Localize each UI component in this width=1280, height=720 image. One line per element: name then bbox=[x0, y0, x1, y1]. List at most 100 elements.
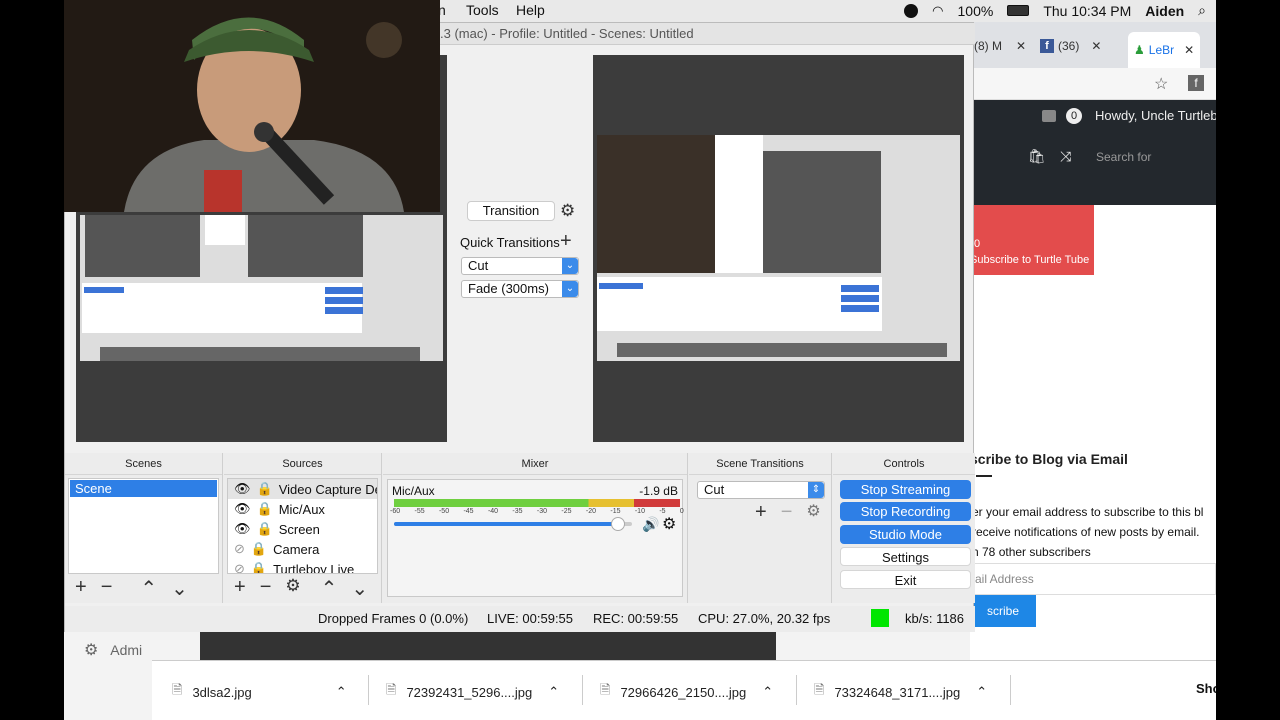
source-row[interactable]: 👁 🔒 Screen bbox=[228, 519, 377, 539]
sources-list[interactable]: 👁 🔒 Video Capture Dev 👁 🔒 Mic/Aux 👁 🔒 Scree… bbox=[227, 478, 378, 574]
speaker-icon[interactable]: 🔊 bbox=[642, 516, 659, 533]
lock-icon[interactable]: 🔒 bbox=[257, 501, 273, 517]
show-all-link[interactable]: Sho bbox=[1196, 681, 1216, 696]
volume-slider[interactable] bbox=[394, 517, 632, 531]
menubar-clock[interactable]: Thu 10:34 PM bbox=[1043, 3, 1131, 19]
source-row[interactable]: 👁 🔒 Mic/Aux bbox=[228, 499, 377, 519]
subscribe-youtube-banner[interactable]: 0 Subscribe to Turtle Tube bbox=[970, 205, 1094, 275]
chevron-up-icon[interactable]: ⌃ bbox=[976, 684, 987, 700]
stop-streaming-button[interactable]: Stop Streaming bbox=[840, 480, 971, 499]
scene-transitions-panel: Scene Transitions Cut ⇕ + − ⚙ bbox=[689, 453, 832, 603]
browser-tab-active[interactable]: ♟ LeBr ✕ bbox=[1128, 32, 1201, 68]
volume-slider-handle[interactable] bbox=[610, 517, 625, 531]
subscribe-button[interactable]: scribe bbox=[970, 595, 1036, 627]
remove-transition-icon[interactable]: − bbox=[781, 501, 793, 524]
studio-mode-button[interactable]: Studio Mode bbox=[840, 525, 971, 544]
subscriber-count: 0 bbox=[974, 238, 981, 250]
lock-icon[interactable]: 🔒 bbox=[251, 541, 267, 557]
comment-icon[interactable] bbox=[1042, 110, 1056, 122]
cart-icon[interactable]: 🛍 bbox=[1028, 148, 1046, 165]
browser-tab-facebook[interactable]: f (36) ✕ bbox=[1040, 32, 1101, 60]
transition-properties-gear-icon[interactable]: ⚙ bbox=[806, 501, 820, 524]
move-up-icon[interactable]: ⌃ bbox=[140, 576, 157, 601]
chevron-up-icon[interactable]: ⌃ bbox=[762, 684, 773, 700]
controls-panel: Controls Stop Streaming Stop Recording S… bbox=[833, 453, 975, 603]
tab-close-icon[interactable]: ✕ bbox=[1016, 39, 1026, 53]
lock-icon[interactable]: 🔒 bbox=[257, 521, 273, 537]
mixer-source-name: Mic/Aux bbox=[392, 484, 435, 498]
chevron-down-icon: ⌄ bbox=[562, 281, 578, 297]
browser-window: (8) M ✕ f (36) ✕ ♟ LeBr ✕ ☆ f 0 Howdy, U… bbox=[970, 22, 1216, 720]
menu-item-help[interactable]: Help bbox=[516, 2, 545, 18]
source-row[interactable]: ⊘ 🔒 Turtleboy Live bbox=[228, 559, 377, 573]
blog-text-1: er your email address to subscribe to th… bbox=[972, 505, 1204, 519]
eye-hidden-icon[interactable]: ⊘ bbox=[234, 561, 245, 573]
transition-button[interactable]: Transition bbox=[467, 201, 555, 221]
battery-icon[interactable] bbox=[1007, 5, 1030, 16]
add-scene-icon[interactable]: + bbox=[75, 576, 87, 601]
wifi-icon[interactable]: ◠ bbox=[932, 3, 943, 19]
move-down-icon[interactable]: ⌄ bbox=[171, 576, 188, 601]
download-item[interactable]: 🗎 3dlsa2.jpg ⌃ bbox=[172, 681, 347, 703]
move-up-icon[interactable]: ⌃ bbox=[321, 576, 338, 601]
spotlight-search-icon[interactable]: ⌕ bbox=[1198, 2, 1206, 19]
download-filename: 73324648_3171....jpg bbox=[834, 684, 961, 700]
wp-admin-menu-item[interactable]: ⚙ Admi bbox=[84, 640, 142, 660]
email-field[interactable]: ail Address bbox=[970, 563, 1216, 595]
app-status-icon[interactable] bbox=[904, 3, 919, 18]
scene-item[interactable]: Scene bbox=[70, 480, 217, 497]
eye-icon[interactable]: 👁 bbox=[234, 521, 251, 537]
transition-gear-icon[interactable]: ⚙ bbox=[560, 201, 575, 221]
menu-item-tools[interactable]: Tools bbox=[466, 2, 499, 18]
browser-address-bar[interactable]: ☆ f bbox=[970, 68, 1216, 100]
browser-tab[interactable]: (8) M ✕ bbox=[974, 32, 1026, 60]
lock-icon[interactable]: 🔒 bbox=[257, 481, 273, 497]
add-source-icon[interactable]: + bbox=[234, 576, 246, 601]
source-label: Video Capture Dev bbox=[278, 481, 378, 497]
blog-subscribe-widget: scribe to Blog via Email er your email a… bbox=[970, 275, 1216, 720]
lock-icon[interactable]: 🔒 bbox=[251, 561, 267, 573]
menubar-user[interactable]: Aiden bbox=[1145, 3, 1184, 19]
blog-text-3: n 78 other subscribers bbox=[972, 545, 1091, 559]
quick-transition-cut[interactable]: Cut ⌄ bbox=[461, 257, 579, 275]
scenes-list[interactable]: Scene bbox=[68, 478, 219, 574]
scene-transition-select[interactable]: Cut ⇕ bbox=[697, 481, 825, 499]
battery-percent: 100% bbox=[957, 2, 994, 19]
comment-count[interactable]: 0 bbox=[1066, 108, 1082, 124]
chevron-up-icon[interactable]: ⌃ bbox=[336, 684, 347, 700]
eye-hidden-icon[interactable]: ⊘ bbox=[234, 541, 245, 557]
remove-source-icon[interactable]: − bbox=[260, 576, 272, 601]
sources-toolbar: + − ⚙ ⌃ ⌄ bbox=[234, 576, 368, 601]
wp-greeting[interactable]: Howdy, Uncle Turtleb bbox=[1095, 108, 1216, 123]
add-quick-transition-icon[interactable]: + bbox=[560, 230, 572, 253]
remove-scene-icon[interactable]: − bbox=[101, 576, 113, 601]
program-canvas[interactable] bbox=[593, 55, 964, 442]
download-item[interactable]: 🗎 73324648_3171....jpg ⌃ bbox=[814, 681, 987, 703]
bookmark-star-icon[interactable]: ☆ bbox=[1154, 74, 1168, 94]
scenes-toolbar: + − ⌃ ⌄ bbox=[75, 576, 188, 601]
source-properties-gear-icon[interactable]: ⚙ bbox=[285, 576, 300, 601]
add-transition-icon[interactable]: + bbox=[755, 501, 767, 524]
settings-button[interactable]: Settings bbox=[840, 547, 971, 566]
eye-icon[interactable]: 👁 bbox=[234, 481, 251, 497]
move-down-icon[interactable]: ⌄ bbox=[351, 576, 368, 601]
download-item[interactable]: 🗎 72392431_5296....jpg ⌃ bbox=[386, 681, 559, 703]
volume-fill bbox=[394, 522, 618, 526]
chevron-up-icon[interactable]: ⌃ bbox=[548, 684, 559, 700]
exit-button[interactable]: Exit bbox=[840, 570, 971, 589]
eye-icon[interactable]: 👁 bbox=[234, 501, 251, 517]
search-field[interactable]: Search for bbox=[1096, 150, 1151, 164]
download-item[interactable]: 🗎 72966426_2150....jpg ⌃ bbox=[600, 681, 773, 703]
shuffle-icon[interactable]: ⤨ bbox=[1060, 148, 1071, 165]
facebook-ext-icon[interactable]: f bbox=[1188, 75, 1204, 91]
tab-title: (8) M bbox=[974, 39, 1002, 53]
stop-recording-button[interactable]: Stop Recording bbox=[840, 502, 971, 521]
tab-close-icon[interactable]: ✕ bbox=[1091, 39, 1101, 53]
tab-close-icon[interactable]: ✕ bbox=[1184, 43, 1194, 57]
sources-header: Sources bbox=[224, 453, 381, 475]
source-row[interactable]: 👁 🔒 Video Capture Dev bbox=[228, 479, 377, 499]
webcam-person-image bbox=[64, 0, 440, 212]
quick-transition-fade[interactable]: Fade (300ms) ⌄ bbox=[461, 280, 579, 298]
mixer-gear-icon[interactable]: ⚙ bbox=[662, 514, 676, 534]
source-row[interactable]: ⊘ 🔒 Camera bbox=[228, 539, 377, 559]
